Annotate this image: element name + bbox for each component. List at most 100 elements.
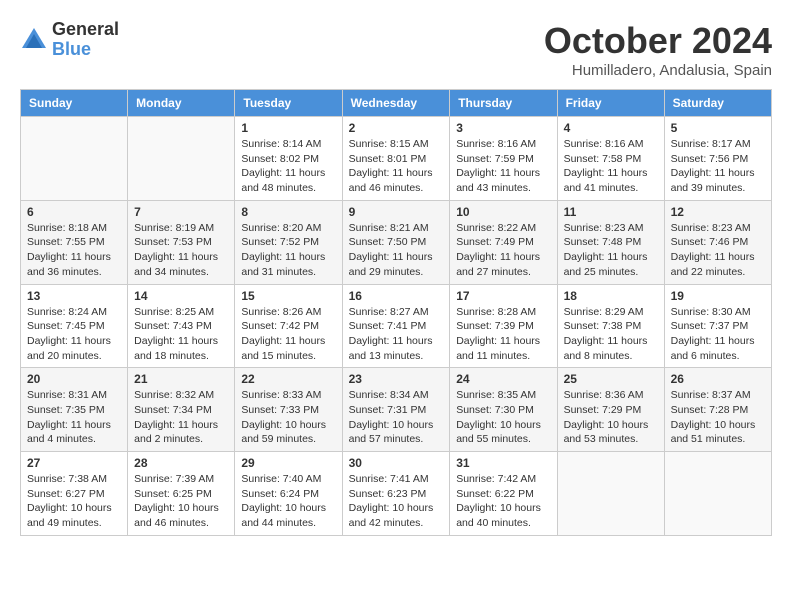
calendar-cell: 14Sunrise: 8:25 AM Sunset: 7:43 PM Dayli… [128,284,235,368]
day-info: Sunrise: 8:20 AM Sunset: 7:52 PM Dayligh… [241,221,335,280]
weekday-header: Thursday [450,90,557,117]
calendar-cell: 29Sunrise: 7:40 AM Sunset: 6:24 PM Dayli… [235,452,342,536]
calendar-cell: 7Sunrise: 8:19 AM Sunset: 7:53 PM Daylig… [128,200,235,284]
logo-general-text: General [52,20,119,40]
calendar-cell: 12 Sunrise: 8:23 AM Sunset: 7:46 PM Dayli… [664,200,771,284]
logo-icon [20,26,48,54]
day-number: 22 [241,372,335,386]
calendar-cell: 30 Sunrise: 7:41 AM Sunset: 6:23 PM Dayli… [342,452,450,536]
day-number: 2 [349,121,444,135]
logo-text: General Blue [52,20,119,60]
day-number: 27 [27,456,121,470]
day-number: 5 [671,121,765,135]
calendar-cell: 22 Sunrise: 8:33 AM Sunset: 7:33 PM Dayli… [235,368,342,452]
location: Humilladero, Andalusia, Spain [544,62,772,79]
calendar-cell: 19Sunrise: 8:30 AM Sunset: 7:37 PM Dayli… [664,284,771,368]
calendar-week-row: 6 Sunrise: 8:18 AM Sunset: 7:55 PM Daylig… [21,200,772,284]
month-title: October 2024 [544,20,772,62]
day-info: Sunrise: 7:41 AM Sunset: 6:23 PM Dayligh… [349,472,444,531]
day-info: Sunrise: 8:33 AM Sunset: 7:33 PM Dayligh… [241,388,335,447]
calendar-cell: 16Sunrise: 8:27 AM Sunset: 7:41 PM Dayli… [342,284,450,368]
calendar-cell [664,452,771,536]
day-info: Sunrise: 7:38 AM Sunset: 6:27 PM Dayligh… [27,472,121,531]
calendar-cell: 26 Sunrise: 8:37 AM Sunset: 7:28 PM Dayli… [664,368,771,452]
day-number: 17 [456,289,550,303]
calendar-cell [557,452,664,536]
weekday-header: Sunday [21,90,128,117]
weekday-header: Wednesday [342,90,450,117]
calendar-cell: 10 Sunrise: 8:22 AM Sunset: 7:49 PM Dayli… [450,200,557,284]
day-number: 1 [241,121,335,135]
calendar-cell: 24Sunrise: 8:35 AM Sunset: 7:30 PM Dayli… [450,368,557,452]
day-info: Sunrise: 8:31 AM Sunset: 7:35 PM Dayligh… [27,388,121,447]
day-info: Sunrise: 8:18 AM Sunset: 7:55 PM Dayligh… [27,221,121,280]
day-number: 28 [134,456,228,470]
day-info: Sunrise: 8:28 AM Sunset: 7:39 PM Dayligh… [456,305,550,364]
calendar-cell: 1 Sunrise: 8:14 AM Sunset: 8:02 PM Daylig… [235,117,342,201]
day-info: Sunrise: 8:22 AM Sunset: 7:49 PM Dayligh… [456,221,550,280]
calendar-header-row: SundayMondayTuesdayWednesdayThursdayFrid… [21,90,772,117]
calendar-table: SundayMondayTuesdayWednesdayThursdayFrid… [20,89,772,536]
calendar-cell: 5 Sunrise: 8:17 AM Sunset: 7:56 PM Daylig… [664,117,771,201]
day-info: Sunrise: 8:30 AM Sunset: 7:37 PM Dayligh… [671,305,765,364]
calendar-cell: 25 Sunrise: 8:36 AM Sunset: 7:29 PM Dayli… [557,368,664,452]
calendar-cell: 2Sunrise: 8:15 AM Sunset: 8:01 PM Daylig… [342,117,450,201]
day-number: 11 [564,205,658,219]
day-number: 30 [349,456,444,470]
day-info: Sunrise: 8:37 AM Sunset: 7:28 PM Dayligh… [671,388,765,447]
calendar-cell: 3Sunrise: 8:16 AM Sunset: 7:59 PM Daylig… [450,117,557,201]
day-number: 14 [134,289,228,303]
day-info: Sunrise: 8:16 AM Sunset: 7:59 PM Dayligh… [456,137,550,196]
calendar-cell: 11 Sunrise: 8:23 AM Sunset: 7:48 PM Dayli… [557,200,664,284]
day-info: Sunrise: 8:19 AM Sunset: 7:53 PM Dayligh… [134,221,228,280]
day-info: Sunrise: 7:42 AM Sunset: 6:22 PM Dayligh… [456,472,550,531]
day-number: 12 [671,205,765,219]
calendar-cell: 31Sunrise: 7:42 AM Sunset: 6:22 PM Dayli… [450,452,557,536]
day-number: 8 [241,205,335,219]
day-info: Sunrise: 8:14 AM Sunset: 8:02 PM Dayligh… [241,137,335,196]
day-info: Sunrise: 8:23 AM Sunset: 7:48 PM Dayligh… [564,221,658,280]
calendar-week-row: 13 Sunrise: 8:24 AM Sunset: 7:45 PM Dayli… [21,284,772,368]
day-number: 23 [349,372,444,386]
calendar-cell: 15 Sunrise: 8:26 AM Sunset: 7:42 PM Dayli… [235,284,342,368]
day-number: 10 [456,205,550,219]
day-info: Sunrise: 8:24 AM Sunset: 7:45 PM Dayligh… [27,305,121,364]
calendar-cell: 21Sunrise: 8:32 AM Sunset: 7:34 PM Dayli… [128,368,235,452]
calendar-cell: 6 Sunrise: 8:18 AM Sunset: 7:55 PM Daylig… [21,200,128,284]
day-number: 16 [349,289,444,303]
calendar-cell: 20Sunrise: 8:31 AM Sunset: 7:35 PM Dayli… [21,368,128,452]
day-info: Sunrise: 8:36 AM Sunset: 7:29 PM Dayligh… [564,388,658,447]
day-number: 29 [241,456,335,470]
day-info: Sunrise: 8:29 AM Sunset: 7:38 PM Dayligh… [564,305,658,364]
calendar-cell [128,117,235,201]
calendar-cell: 8 Sunrise: 8:20 AM Sunset: 7:52 PM Daylig… [235,200,342,284]
day-number: 4 [564,121,658,135]
weekday-header: Tuesday [235,90,342,117]
day-number: 21 [134,372,228,386]
day-info: Sunrise: 8:17 AM Sunset: 7:56 PM Dayligh… [671,137,765,196]
day-number: 6 [27,205,121,219]
day-number: 25 [564,372,658,386]
weekday-header: Friday [557,90,664,117]
calendar-cell: 23Sunrise: 8:34 AM Sunset: 7:31 PM Dayli… [342,368,450,452]
weekday-header: Saturday [664,90,771,117]
calendar-cell: 13 Sunrise: 8:24 AM Sunset: 7:45 PM Dayli… [21,284,128,368]
day-info: Sunrise: 8:21 AM Sunset: 7:50 PM Dayligh… [349,221,444,280]
weekday-header: Monday [128,90,235,117]
calendar-cell: 9 Sunrise: 8:21 AM Sunset: 7:50 PM Daylig… [342,200,450,284]
calendar-week-row: 27 Sunrise: 7:38 AM Sunset: 6:27 PM Dayli… [21,452,772,536]
day-info: Sunrise: 7:39 AM Sunset: 6:25 PM Dayligh… [134,472,228,531]
day-info: Sunrise: 8:26 AM Sunset: 7:42 PM Dayligh… [241,305,335,364]
calendar-week-row: 20Sunrise: 8:31 AM Sunset: 7:35 PM Dayli… [21,368,772,452]
logo-blue-text: Blue [52,40,119,60]
day-number: 13 [27,289,121,303]
calendar-cell: 27 Sunrise: 7:38 AM Sunset: 6:27 PM Dayli… [21,452,128,536]
day-number: 26 [671,372,765,386]
title-block: October 2024 Humilladero, Andalusia, Spa… [544,20,772,79]
day-number: 9 [349,205,444,219]
calendar-cell: 4Sunrise: 8:16 AM Sunset: 7:58 PM Daylig… [557,117,664,201]
day-number: 15 [241,289,335,303]
calendar-cell [21,117,128,201]
day-info: Sunrise: 8:35 AM Sunset: 7:30 PM Dayligh… [456,388,550,447]
day-info: Sunrise: 8:23 AM Sunset: 7:46 PM Dayligh… [671,221,765,280]
